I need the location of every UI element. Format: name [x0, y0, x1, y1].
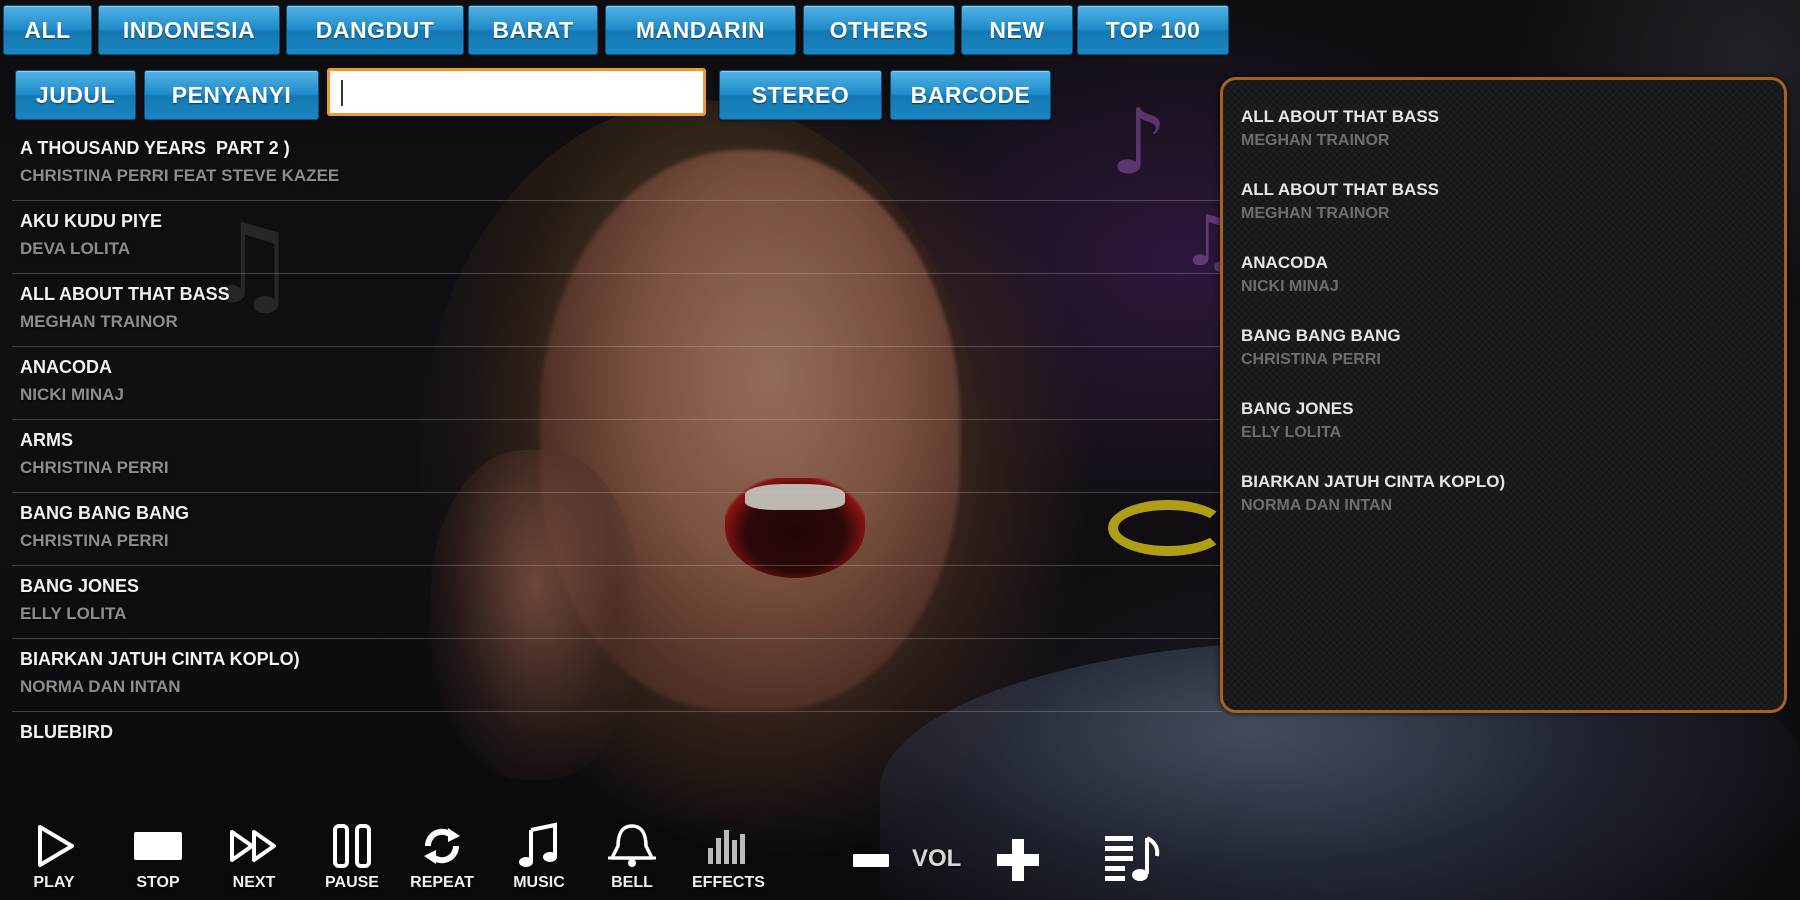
- queue-item-title: ALL ABOUT THAT BASS: [1241, 180, 1440, 199]
- song-row[interactable]: ALL ABOUT THAT BASS MEGHAN TRAINOR: [12, 274, 1222, 347]
- play-button[interactable]: PLAY: [22, 820, 86, 892]
- plus-icon: [997, 839, 1039, 881]
- song-title: BLUEBIRD: [20, 722, 113, 742]
- song-title: AKU KUDU PIYE: [20, 211, 163, 231]
- stop-button[interactable]: STOP: [126, 820, 190, 892]
- effects-label: EFFECTS: [692, 874, 765, 891]
- queue-item-artist: MEGHAN TRAINOR: [1241, 205, 1390, 222]
- next-icon: [222, 820, 286, 872]
- next-button[interactable]: NEXT: [222, 820, 286, 892]
- search-by-title-button[interactable]: JUDUL: [15, 70, 136, 120]
- equalizer-icon: [696, 820, 760, 872]
- song-artist: NICKI MINAJ: [20, 385, 124, 404]
- queue-item[interactable]: BANG JONES ELLY LOLITA: [1241, 399, 1353, 442]
- minus-icon: [853, 854, 889, 867]
- song-row[interactable]: BLUEBIRD: [12, 712, 1222, 785]
- song-title: ANACODA: [20, 357, 112, 377]
- song-artist: CHRISTINA PERRI: [20, 531, 169, 550]
- category-others[interactable]: OTHERS: [803, 5, 955, 55]
- play-label: PLAY: [33, 874, 75, 891]
- queue-item-artist: NORMA DAN INTAN: [1241, 497, 1393, 514]
- queue-item-title: ALL ABOUT THAT BASS: [1241, 107, 1440, 126]
- queue-panel: ALL ABOUT THAT BASS MEGHAN TRAINOR ALL A…: [1220, 77, 1787, 713]
- song-row[interactable]: ANACODA NICKI MINAJ: [12, 347, 1222, 420]
- text-caret: [341, 80, 343, 106]
- queue-item[interactable]: ALL ABOUT THAT BASS MEGHAN TRAINOR: [1241, 107, 1439, 150]
- queue-item-artist: MEGHAN TRAINOR: [1241, 132, 1390, 149]
- queue-item-title: BANG BANG BANG: [1241, 326, 1401, 345]
- queue-item-artist: CHRISTINA PERRI: [1241, 351, 1381, 368]
- volume-up-button[interactable]: [990, 832, 1046, 888]
- volume-label: VOL: [912, 845, 962, 872]
- next-label: NEXT: [232, 874, 276, 891]
- queue-item[interactable]: ANACODA NICKI MINAJ: [1241, 253, 1339, 296]
- barcode-button[interactable]: BARCODE: [890, 70, 1051, 120]
- song-title: BIARKAN JATUH CINTA KOPLO): [20, 649, 300, 669]
- music-button[interactable]: MUSIC: [507, 820, 571, 892]
- queue-item[interactable]: ALL ABOUT THAT BASS MEGHAN TRAINOR: [1241, 180, 1439, 223]
- song-artist: ELLY LOLITA: [20, 604, 127, 623]
- volume-down-button[interactable]: [843, 832, 899, 888]
- song-artist: CHRISTINA PERRI FEAT STEVE KAZEE: [20, 166, 340, 185]
- song-artist: MEGHAN TRAINOR: [20, 312, 178, 331]
- song-artist: CHRISTINA PERRI: [20, 458, 169, 477]
- repeat-label: REPEAT: [410, 874, 474, 891]
- bell-label: BELL: [611, 874, 653, 891]
- bell-button[interactable]: BELL: [600, 820, 664, 892]
- song-title: ALL ABOUT THAT BASS: [20, 284, 230, 304]
- playlist-icon: [1105, 836, 1160, 881]
- song-artist: DEVA LOLITA: [20, 239, 131, 258]
- pause-icon: [320, 820, 384, 872]
- song-list: A THOUSAND YEARS PART 2 ) CHRISTINA PERR…: [12, 128, 1222, 785]
- song-title: BANG BANG BANG: [20, 503, 189, 523]
- stereo-button[interactable]: STEREO: [719, 70, 882, 120]
- repeat-button[interactable]: REPEAT: [410, 820, 474, 892]
- repeat-icon: [410, 820, 474, 872]
- song-title: ARMS: [20, 430, 73, 450]
- music-label: MUSIC: [513, 874, 565, 891]
- queue-item-artist: ELLY LOLITA: [1241, 424, 1342, 441]
- song-row[interactable]: BANG BANG BANG CHRISTINA PERRI: [12, 493, 1222, 566]
- search-by-singer-button[interactable]: PENYANYI: [144, 70, 319, 120]
- song-row[interactable]: ARMS CHRISTINA PERRI: [12, 420, 1222, 493]
- bell-icon: [600, 820, 664, 872]
- song-artist: NORMA DAN INTAN: [20, 677, 181, 696]
- queue-item-title: BIARKAN JATUH CINTA KOPLO): [1241, 472, 1506, 491]
- stop-label: STOP: [136, 874, 180, 891]
- category-dangdut[interactable]: DANGDUT: [286, 5, 464, 55]
- song-row[interactable]: A THOUSAND YEARS PART 2 ) CHRISTINA PERR…: [12, 128, 1222, 201]
- pause-label: PAUSE: [325, 874, 379, 891]
- category-top-100[interactable]: TOP 100: [1077, 5, 1229, 55]
- pause-button[interactable]: PAUSE: [320, 820, 384, 892]
- queue-item-title: ANACODA: [1241, 253, 1328, 272]
- effects-button[interactable]: EFFECTS: [692, 820, 765, 892]
- music-note-icon: [507, 820, 571, 872]
- queue-item[interactable]: BANG BANG BANG CHRISTINA PERRI: [1241, 326, 1401, 369]
- song-row[interactable]: BANG JONES ELLY LOLITA: [12, 566, 1222, 639]
- song-row[interactable]: BIARKAN JATUH CINTA KOPLO) NORMA DAN INT…: [12, 639, 1222, 712]
- song-title: BANG JONES: [20, 576, 140, 596]
- queue-item-title: BANG JONES: [1241, 399, 1354, 418]
- category-new[interactable]: NEW: [961, 5, 1073, 55]
- category-barat[interactable]: BARAT: [468, 5, 598, 55]
- category-mandarin[interactable]: MANDARIN: [605, 5, 796, 55]
- song-title: A THOUSAND YEARS PART 2 ): [20, 138, 290, 158]
- play-icon: [22, 820, 86, 872]
- category-indonesia[interactable]: INDONESIA: [98, 5, 280, 55]
- category-all[interactable]: ALL: [3, 5, 92, 55]
- stop-icon: [126, 820, 190, 872]
- queue-item[interactable]: BIARKAN JATUH CINTA KOPLO) NORMA DAN INT…: [1241, 472, 1505, 515]
- song-row[interactable]: AKU KUDU PIYE DEVA LOLITA: [12, 201, 1222, 274]
- queue-item-artist: NICKI MINAJ: [1241, 278, 1339, 295]
- search-input[interactable]: [327, 68, 706, 116]
- playlist-button[interactable]: [1100, 828, 1166, 888]
